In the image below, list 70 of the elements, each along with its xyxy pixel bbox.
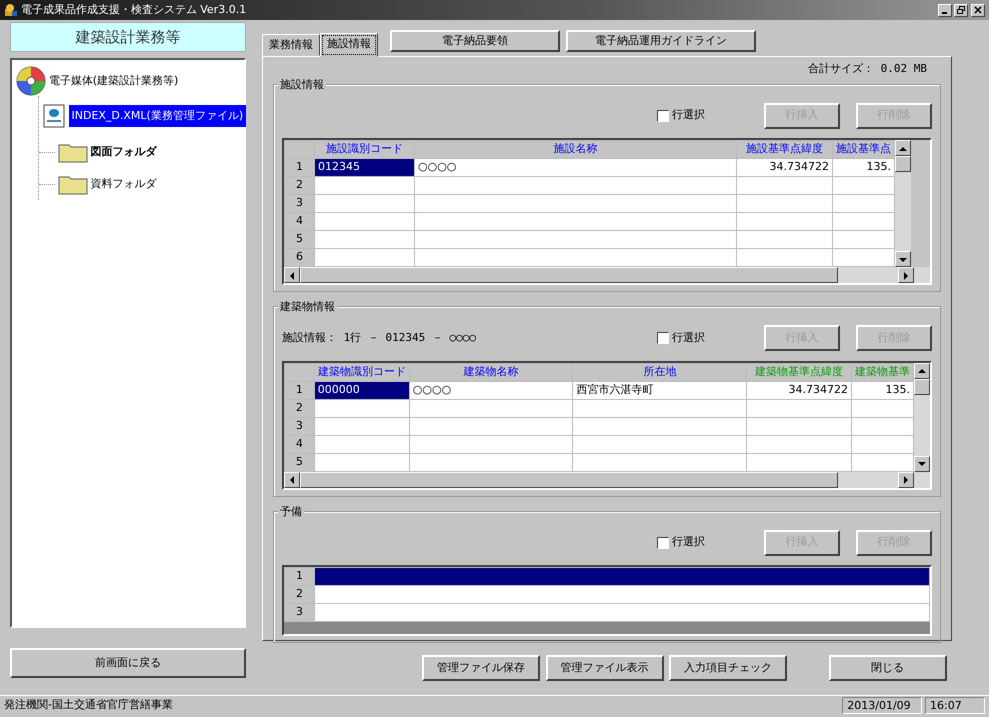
row-number: 3 — [284, 417, 314, 435]
row-select-checkbox[interactable]: 行選択 — [657, 534, 705, 551]
scroll-thumb[interactable] — [914, 378, 930, 394]
horizontal-scrollbar[interactable] — [284, 267, 930, 283]
horizontal-scrollbar[interactable] — [284, 472, 930, 488]
row-number: 5 — [284, 230, 314, 248]
row-number: 2 — [284, 586, 314, 604]
app-icon — [4, 3, 18, 17]
row-number: 1 — [284, 381, 314, 399]
column-header: 施設識別コード — [314, 140, 414, 158]
restore-icon — [957, 6, 966, 14]
close-icon — [974, 6, 982, 14]
document-icon — [42, 104, 66, 128]
scroll-thumb[interactable] — [300, 472, 838, 488]
row-number: 2 — [284, 399, 314, 417]
row-number: 4 — [284, 435, 314, 453]
row-number: 4 — [284, 212, 314, 230]
table-row[interactable] — [314, 568, 930, 586]
action-button[interactable]: 管理ファイル保存 — [422, 655, 540, 681]
status-text: 発注機関-国土交通省官庁営繕事業 — [4, 697, 174, 714]
table-cell: 西宮市六湛寺町 — [572, 381, 747, 399]
status-time: 16:07 — [925, 697, 985, 714]
guide-button[interactable]: 電子納品運用ガイドライン — [566, 30, 756, 52]
tree-item[interactable]: 資料フォルダ — [90, 176, 156, 192]
column-header: 所在地 — [572, 363, 747, 381]
table-cell: 34.734722 — [736, 158, 832, 176]
row-number: 3 — [284, 604, 314, 622]
column-header: 建築物名称 — [409, 363, 573, 381]
table-cell: 34.734722 — [746, 381, 852, 399]
table-cell: 000000 — [314, 381, 410, 399]
column-header: 建築物基準点緯度 — [746, 363, 852, 381]
status-date: 2013/01/09 — [842, 697, 922, 714]
sidebar-header: 建築設計業務等 — [10, 22, 246, 52]
vertical-scrollbar[interactable] — [895, 140, 911, 267]
info-text: 施設情報： 1行 － 012345 － ○○○○ — [282, 330, 476, 346]
row-number: 6 — [284, 248, 314, 266]
column-header: 施設基準点緯度 — [736, 140, 832, 158]
action-button[interactable]: 管理ファイル表示 — [546, 655, 664, 681]
tab[interactable]: 業務情報 — [262, 34, 320, 56]
table-cell: ○○○○ — [414, 158, 736, 176]
minimize-button[interactable] — [938, 4, 952, 16]
guide-button[interactable]: 電子納品要領 — [390, 30, 560, 52]
total-size: 合計サイズ： 0.02 MB — [808, 61, 927, 77]
row-number: 1 — [284, 568, 314, 586]
tab[interactable]: 施設情報 — [320, 32, 378, 57]
column-header: 建築物基準 — [851, 363, 914, 381]
tree-item[interactable]: INDEX_D.XML(業務管理ファイル) — [68, 104, 246, 128]
close-button[interactable] — [971, 4, 985, 16]
tree-item[interactable]: 電子媒体(建築設計業務等) — [48, 72, 178, 90]
back-button[interactable]: 前画面に戻る — [10, 648, 246, 678]
table-cell: ○○○○ — [409, 381, 573, 399]
row-number: 3 — [284, 194, 314, 212]
vertical-scrollbar[interactable] — [914, 362, 930, 472]
scroll-thumb[interactable] — [895, 156, 911, 172]
row-select-checkbox[interactable]: 行選択 — [657, 107, 705, 124]
row-number: 2 — [284, 176, 314, 194]
window-title: 電子成果品作成支援・検査システム Ver3.0.1 — [20, 2, 246, 18]
row-number: 5 — [284, 453, 314, 471]
column-header: 施設名称 — [414, 140, 736, 158]
close-dialog-button[interactable]: 閉じる — [828, 655, 946, 681]
disc-icon — [16, 66, 46, 96]
tree-item[interactable]: 図面フォルダ — [90, 144, 156, 160]
row-number: 1 — [284, 158, 314, 176]
restore-button[interactable] — [954, 4, 968, 16]
table-cell: 012345 — [314, 158, 414, 176]
action-button[interactable]: 入力項目チェック — [669, 655, 787, 681]
column-header: 建築物識別コード — [314, 363, 410, 381]
column-header: 施設基準点 — [832, 140, 894, 158]
row-select-checkbox[interactable]: 行選択 — [657, 330, 705, 346]
scroll-thumb[interactable] — [300, 267, 838, 283]
